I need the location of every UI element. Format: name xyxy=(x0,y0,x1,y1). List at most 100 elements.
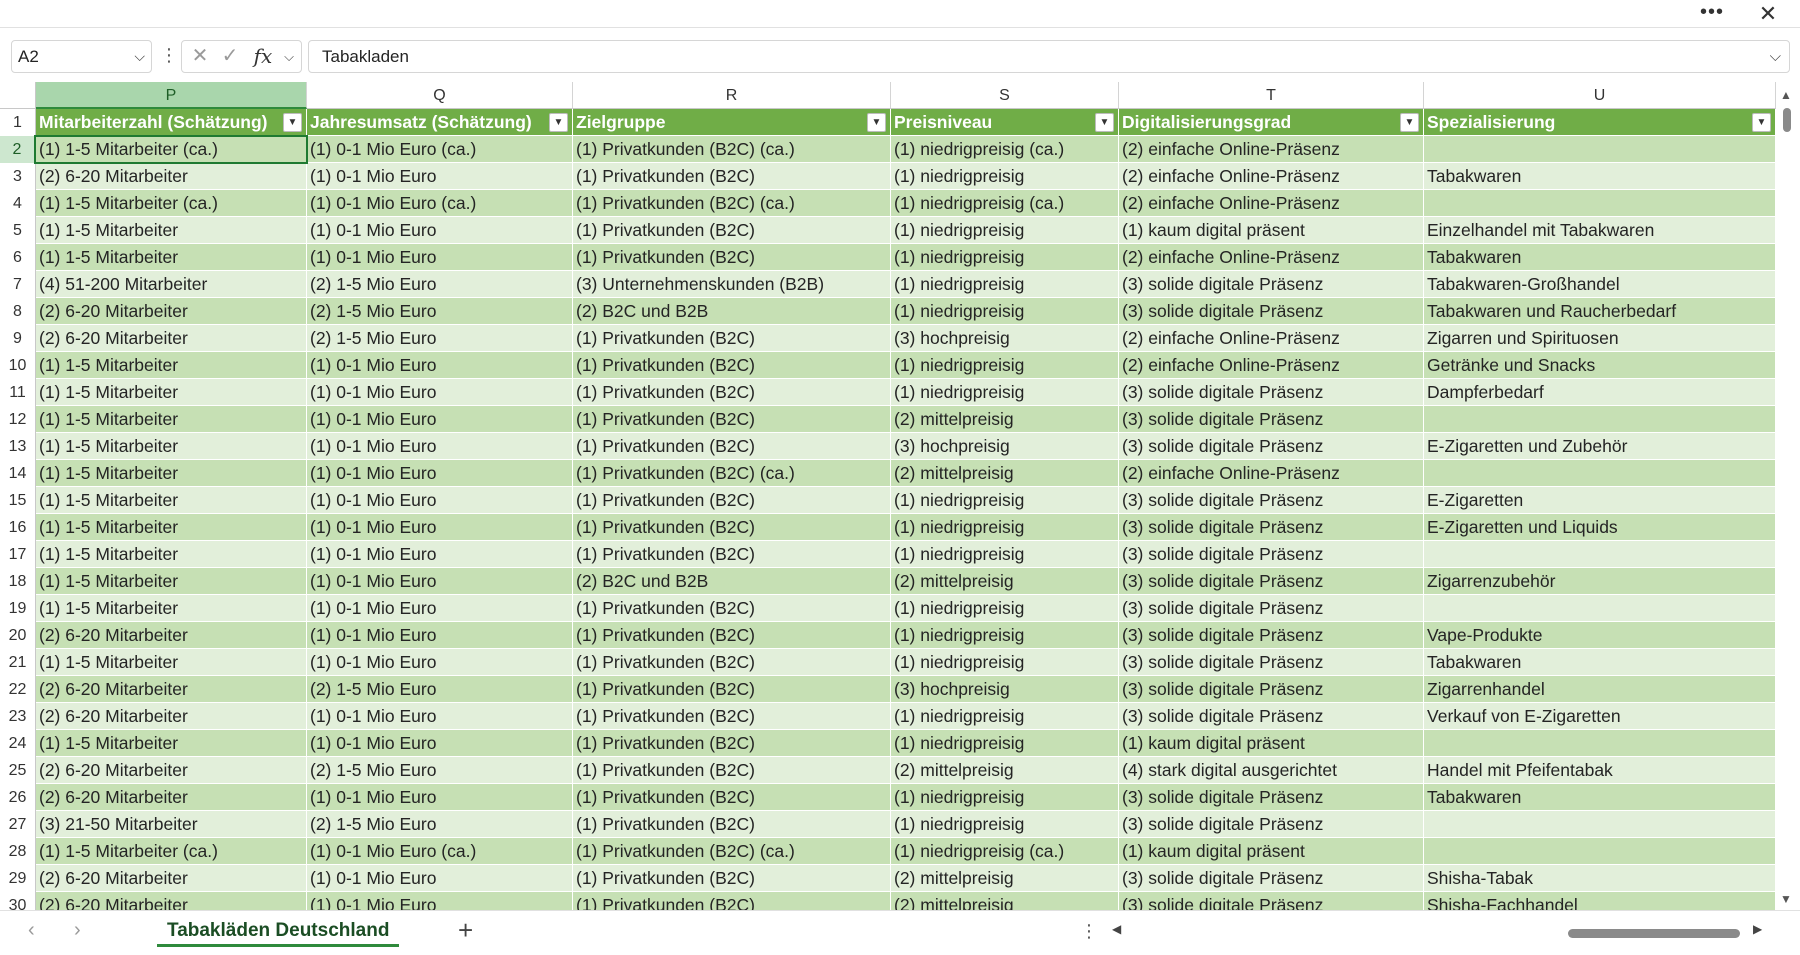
table-cell[interactable]: (1) Privatkunden (B2C) xyxy=(573,649,891,676)
table-cell[interactable]: (2) B2C und B2B xyxy=(573,298,891,325)
table-cell[interactable]: (1) kaum digital präsent xyxy=(1119,730,1424,757)
table-cell[interactable]: (3) solide digitale Präsenz xyxy=(1119,784,1424,811)
row-header[interactable]: 18 xyxy=(0,568,36,595)
table-cell[interactable]: (1) Privatkunden (B2C) xyxy=(573,784,891,811)
column-header-r[interactable]: R xyxy=(573,82,891,109)
table-cell[interactable]: (1) niedrigpreisig xyxy=(891,244,1119,271)
filter-dropdown-icon[interactable]: ▼ xyxy=(1752,113,1771,132)
table-cell[interactable]: Tabakwaren xyxy=(1424,784,1776,811)
table-cell[interactable]: (2) mittelpreisig xyxy=(891,892,1119,910)
table-cell[interactable] xyxy=(1424,541,1776,568)
header-cell[interactable]: Digitalisierungsgrad ▼ xyxy=(1119,109,1424,136)
table-cell[interactable]: (2) 6-20 Mitarbeiter xyxy=(36,163,307,190)
add-sheet-icon[interactable]: + xyxy=(458,915,473,945)
row-header[interactable]: 10 xyxy=(0,352,36,379)
row-header[interactable]: 6 xyxy=(0,244,36,271)
table-cell[interactable]: (1) Privatkunden (B2C) xyxy=(573,325,891,352)
table-cell[interactable]: (2) mittelpreisig xyxy=(891,757,1119,784)
table-cell[interactable] xyxy=(1424,460,1776,487)
table-cell[interactable]: Zigarren und Spirituosen xyxy=(1424,325,1776,352)
table-cell[interactable]: (2) einfache Online-Präsenz xyxy=(1119,163,1424,190)
formula-input[interactable]: Tabakladen ⌵ xyxy=(308,40,1790,73)
table-cell[interactable]: (1) 0-1 Mio Euro xyxy=(307,892,573,910)
table-cell[interactable]: (1) niedrigpreisig (ca.) xyxy=(891,190,1119,217)
table-cell[interactable]: (1) niedrigpreisig xyxy=(891,487,1119,514)
table-cell[interactable]: (3) solide digitale Präsenz xyxy=(1119,595,1424,622)
table-cell[interactable]: (2) einfache Online-Präsenz xyxy=(1119,352,1424,379)
chevron-down-icon[interactable]: ⌵ xyxy=(134,41,145,72)
row-header[interactable]: 22 xyxy=(0,676,36,703)
table-cell[interactable]: (1) Privatkunden (B2C) xyxy=(573,514,891,541)
table-cell[interactable] xyxy=(1424,730,1776,757)
table-cell[interactable]: (2) 6-20 Mitarbeiter xyxy=(36,703,307,730)
table-cell[interactable]: (3) solide digitale Präsenz xyxy=(1119,703,1424,730)
table-cell[interactable]: (1) 0-1 Mio Euro xyxy=(307,514,573,541)
table-cell[interactable]: (1) 0-1 Mio Euro xyxy=(307,865,573,892)
table-cell[interactable]: (1) niedrigpreisig xyxy=(891,217,1119,244)
row-header[interactable]: 2 xyxy=(0,136,36,163)
table-cell[interactable]: (1) 0-1 Mio Euro xyxy=(307,730,573,757)
row-header[interactable]: 3 xyxy=(0,163,36,190)
column-header-p[interactable]: P xyxy=(36,82,307,109)
table-cell[interactable]: (1) kaum digital präsent xyxy=(1119,217,1424,244)
table-cell[interactable]: (4) stark digital ausgerichtet xyxy=(1119,757,1424,784)
table-cell[interactable]: (1) 0-1 Mio Euro xyxy=(307,487,573,514)
table-cell[interactable]: (1) 0-1 Mio Euro xyxy=(307,244,573,271)
table-cell[interactable]: (1) niedrigpreisig xyxy=(891,271,1119,298)
table-cell[interactable]: E-Zigaretten und Liquids xyxy=(1424,514,1776,541)
row-header[interactable]: 9 xyxy=(0,325,36,352)
table-cell[interactable]: (1) 1-5 Mitarbeiter xyxy=(36,568,307,595)
table-cell[interactable]: (1) 1-5 Mitarbeiter xyxy=(36,595,307,622)
row-header[interactable]: 30 xyxy=(0,892,36,910)
table-cell[interactable]: (1) 0-1 Mio Euro xyxy=(307,163,573,190)
table-cell[interactable]: (1) 1-5 Mitarbeiter xyxy=(36,217,307,244)
table-cell[interactable]: (1) Privatkunden (B2C) xyxy=(573,541,891,568)
table-cell[interactable]: (3) solide digitale Präsenz xyxy=(1119,568,1424,595)
header-cell[interactable]: Jahresumsatz (Schätzung) ▼ xyxy=(307,109,573,136)
table-cell[interactable]: (2) 1-5 Mio Euro xyxy=(307,271,573,298)
table-cell[interactable]: (2) einfache Online-Präsenz xyxy=(1119,190,1424,217)
table-cell[interactable]: (1) Privatkunden (B2C) xyxy=(573,244,891,271)
table-cell[interactable]: (1) 1-5 Mitarbeiter xyxy=(36,460,307,487)
row-header[interactable]: 24 xyxy=(0,730,36,757)
table-cell[interactable]: (1) 0-1 Mio Euro xyxy=(307,595,573,622)
table-cell[interactable]: (1) Privatkunden (B2C) xyxy=(573,487,891,514)
tab-bar-grip-icon[interactable]: ⋮ xyxy=(1080,921,1098,942)
table-cell[interactable]: (3) solide digitale Präsenz xyxy=(1119,649,1424,676)
table-cell[interactable]: (1) 1-5 Mitarbeiter xyxy=(36,352,307,379)
table-cell[interactable]: (3) solide digitale Präsenz xyxy=(1119,892,1424,910)
spreadsheet-grid[interactable]: P Q R S T U 1 2 3 4 5 6 7 8 9 10 11 12 13 14 15 16 17 18 19 20 21 2… xyxy=(0,82,1780,910)
sheet-tab-tabaklaeden-deutschland[interactable]: Tabakläden Deutschland xyxy=(157,917,400,947)
table-cell[interactable]: (1) Privatkunden (B2C) xyxy=(573,622,891,649)
table-cell[interactable]: (3) solide digitale Präsenz xyxy=(1119,487,1424,514)
table-cell[interactable]: Getränke und Snacks xyxy=(1424,352,1776,379)
row-header[interactable]: 15 xyxy=(0,487,36,514)
table-cell[interactable]: (1) 1-5 Mitarbeiter xyxy=(36,379,307,406)
table-cell[interactable]: (1) Privatkunden (B2C) xyxy=(573,406,891,433)
table-cell[interactable]: (1) Privatkunden (B2C) xyxy=(573,730,891,757)
table-cell[interactable]: (1) 0-1 Mio Euro xyxy=(307,649,573,676)
table-cell[interactable]: (3) solide digitale Präsenz xyxy=(1119,406,1424,433)
table-cell[interactable]: (1) Privatkunden (B2C) xyxy=(573,757,891,784)
row-header[interactable]: 16 xyxy=(0,514,36,541)
table-cell[interactable]: (1) 0-1 Mio Euro (ca.) xyxy=(307,838,573,865)
row-header[interactable]: 11 xyxy=(0,379,36,406)
table-cell[interactable]: (1) niedrigpreisig xyxy=(891,784,1119,811)
table-cell[interactable] xyxy=(1424,811,1776,838)
table-cell[interactable]: (1) 1-5 Mitarbeiter xyxy=(36,514,307,541)
table-cell[interactable]: (1) Privatkunden (B2C) xyxy=(573,163,891,190)
row-header[interactable]: 14 xyxy=(0,460,36,487)
table-cell[interactable]: (1) 0-1 Mio Euro xyxy=(307,703,573,730)
table-cell[interactable]: (1) Privatkunden (B2C) (ca.) xyxy=(573,460,891,487)
header-cell[interactable]: Preisniveau ▼ xyxy=(891,109,1119,136)
scroll-right-icon[interactable]: ▶ xyxy=(1753,922,1762,936)
horizontal-scroll-thumb[interactable] xyxy=(1568,929,1740,938)
table-cell[interactable]: (1) Privatkunden (B2C) xyxy=(573,379,891,406)
table-cell[interactable]: (2) 6-20 Mitarbeiter xyxy=(36,298,307,325)
scroll-down-icon[interactable]: ▼ xyxy=(1780,892,1792,906)
column-header-q[interactable]: Q xyxy=(307,82,573,109)
table-cell[interactable]: (1) Privatkunden (B2C) xyxy=(573,352,891,379)
table-cell[interactable]: (3) Unternehmenskunden (B2B) xyxy=(573,271,891,298)
name-box[interactable]: A2 ⌵ xyxy=(11,40,152,73)
table-cell[interactable]: (1) niedrigpreisig xyxy=(891,379,1119,406)
